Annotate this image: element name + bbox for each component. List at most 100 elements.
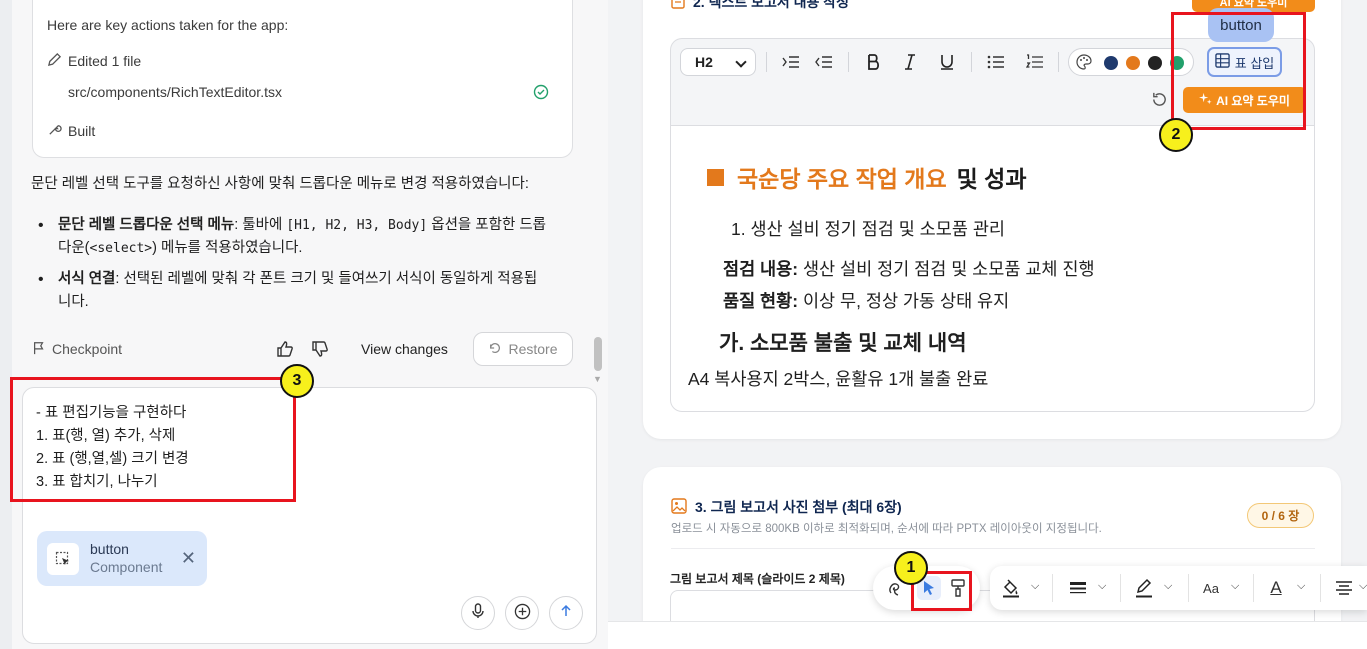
- toolbar-divider: [1320, 574, 1321, 602]
- arrow-up-icon: [559, 604, 573, 622]
- bullet-text: 다운(: [58, 240, 90, 256]
- restore-button[interactable]: Restore: [473, 332, 573, 366]
- built-row: Built: [47, 122, 95, 140]
- doc-label: 품질 현황:: [723, 291, 799, 311]
- doc-heading-1[interactable]: 국순당 주요 작업 개요 및 성과: [707, 160, 1027, 194]
- section-divider: [671, 548, 1315, 549]
- doc-label: 점검 내용:: [723, 259, 799, 279]
- fill-bucket-icon[interactable]: [1000, 577, 1022, 599]
- toolbar-divider: [848, 52, 849, 72]
- section-3-title-text: 3. 그림 보고서 사진 첨부 (최대 6장): [695, 499, 902, 515]
- doc-list-item[interactable]: 1. 생산 설비 정기 점검 및 소모품 관리: [731, 216, 1005, 241]
- annotation-marker-1: 1: [894, 551, 928, 585]
- bullet-title: 서식 연결: [58, 271, 116, 287]
- indent-icon[interactable]: [779, 50, 803, 74]
- annotation-box-2: [1171, 12, 1306, 130]
- numbered-list-icon[interactable]: [1023, 50, 1047, 74]
- annotation-box-3: [10, 377, 296, 502]
- font-size-label: Aa: [1203, 580, 1219, 596]
- font-size-control[interactable]: Aa: [1200, 577, 1222, 599]
- square-bullet-icon: [707, 168, 724, 186]
- text-align-icon[interactable]: [1333, 577, 1355, 599]
- toolbar-divider: [1188, 574, 1189, 602]
- edited-file-label: Edited 1 file: [68, 53, 142, 69]
- chat-scrollbar[interactable]: [594, 337, 602, 371]
- section-2-title-text: 2. 텍스트 보고서 내용 작성: [693, 0, 850, 10]
- line-weight-icon[interactable]: [1067, 577, 1089, 599]
- checkpoint-button[interactable]: Checkpoint: [32, 332, 122, 366]
- font-color-label: A: [1270, 578, 1282, 597]
- inline-code: [H1, H2, H3, Body]: [286, 218, 428, 233]
- built-label: Built: [68, 123, 96, 139]
- chevron-down-icon[interactable]: ⌵: [1297, 580, 1305, 593]
- inline-code: <select>: [89, 241, 153, 256]
- chevron-down-icon[interactable]: ⌵: [1359, 580, 1367, 593]
- outdent-icon[interactable]: [812, 50, 836, 74]
- toolbar-divider: [971, 52, 972, 72]
- component-chip[interactable]: button Component ✕: [37, 531, 207, 586]
- annotation-marker-3: 3: [280, 364, 314, 398]
- bullet-title: 문단 레벨 드롭다운 선택 메뉴: [58, 217, 235, 233]
- doc-body-text[interactable]: A4 복사용지 2박스, 윤활유 1개 불출 완료: [688, 366, 988, 391]
- chat-panel: Here are key actions taken for the app: …: [0, 0, 608, 649]
- doc-paragraph[interactable]: 점검 내용: 생산 설비 정기 점검 및 소모품 교체 진행: [723, 256, 1095, 281]
- paragraph-level-select[interactable]: H2: [680, 48, 756, 76]
- thumbs-down-icon[interactable]: [311, 340, 329, 363]
- bullet-item: 문단 레벨 드롭다운 선택 메뉴: 툴바에 [H1, H2, H3, Body]…: [38, 214, 578, 260]
- send-button[interactable]: [549, 596, 583, 630]
- left-edge-strip: [0, 0, 12, 649]
- italic-icon[interactable]: [898, 50, 922, 74]
- view-changes-button[interactable]: View changes: [361, 332, 448, 366]
- bottom-bar: [608, 621, 1367, 649]
- wrench-icon: [47, 122, 62, 140]
- color-swatch-black[interactable]: [1148, 56, 1162, 70]
- chevron-down-icon[interactable]: ⌵: [1098, 580, 1106, 593]
- view-changes-label: View changes: [361, 341, 448, 357]
- file-path-row[interactable]: src/components/RichTextEditor.tsx: [68, 84, 282, 100]
- doc-text: 생산 설비 정기 점검 및 소모품 교체 진행: [798, 259, 1095, 279]
- select-element-icon: [47, 543, 79, 575]
- file-path-text[interactable]: src/components/RichTextEditor.tsx: [68, 84, 282, 100]
- image-icon: [671, 497, 687, 517]
- bullet-list-icon[interactable]: [984, 50, 1008, 74]
- undo-icon[interactable]: [1151, 91, 1168, 113]
- doc-heading-3[interactable]: 가. 소모품 불출 및 교체 내역: [719, 327, 967, 357]
- section-3-subtitle: 업로드 시 자동으로 800KB 이하로 최적화되며, 순서에 따라 PPTX …: [671, 523, 1102, 535]
- pen-color-icon[interactable]: [1133, 577, 1155, 599]
- edited-file-row: Edited 1 file: [47, 52, 141, 70]
- pencil-icon: [47, 52, 62, 70]
- toolbar-divider: [1120, 574, 1121, 602]
- add-button[interactable]: [505, 596, 539, 630]
- bullet-text: ) 메뉴를 적용하였습니다.: [152, 240, 303, 256]
- bullet-text: : 선택된 레벨에 맞춰 각 폰트 크기 및 들여쓰기 서식이 동일하게 적용됩: [115, 271, 538, 287]
- underline-icon[interactable]: [935, 50, 959, 74]
- font-color-control[interactable]: A: [1265, 577, 1287, 599]
- floating-style-toolbar: [990, 566, 1367, 610]
- toolbar-divider: [1253, 574, 1254, 602]
- check-circle-icon: [533, 84, 549, 105]
- chevron-down-icon[interactable]: ⌵: [1031, 580, 1039, 593]
- plus-circle-icon: [514, 603, 531, 624]
- close-icon[interactable]: ✕: [181, 548, 196, 569]
- chip-title: button: [90, 541, 129, 557]
- section-3-title: 3. 그림 보고서 사진 첨부 (최대 6장): [671, 497, 902, 517]
- assistant-message: 문단 레벨 선택 도구를 요청하신 사항에 맞춰 드롭다운 메뉴로 변경 적용하…: [31, 176, 529, 192]
- chevron-down-icon[interactable]: ⌵: [1231, 580, 1239, 593]
- photo-count-badge: 0 / 6 장: [1247, 503, 1314, 528]
- palette-icon[interactable]: [1076, 54, 1092, 75]
- bullet-item: 서식 연결: 선택된 레벨에 맞춰 각 폰트 크기 및 들여쓰기 서식이 동일하…: [38, 268, 578, 314]
- bullet-text: 니다.: [58, 294, 89, 310]
- microphone-button[interactable]: [461, 596, 495, 630]
- color-swatch-navy[interactable]: [1104, 56, 1118, 70]
- color-swatch-orange[interactable]: [1126, 56, 1140, 70]
- doc-paragraph[interactable]: 품질 현황: 이상 무, 정상 가동 상태 유지: [723, 288, 1009, 313]
- bold-icon[interactable]: [861, 50, 885, 74]
- chevron-down-icon[interactable]: ⌵: [1164, 580, 1172, 593]
- doc-heading-highlight: 국순당 주요 작업 개요: [737, 166, 947, 192]
- actions-card-header: Here are key actions taken for the app:: [47, 17, 289, 33]
- toolbar-divider: [1058, 52, 1059, 72]
- thumbs-up-icon[interactable]: [276, 340, 294, 363]
- doc-heading-rest: 및 성과: [956, 166, 1027, 192]
- doc-text: 이상 무, 정상 가동 상태 유지: [798, 291, 1010, 311]
- scroll-down-arrow-icon[interactable]: ▼: [593, 374, 602, 384]
